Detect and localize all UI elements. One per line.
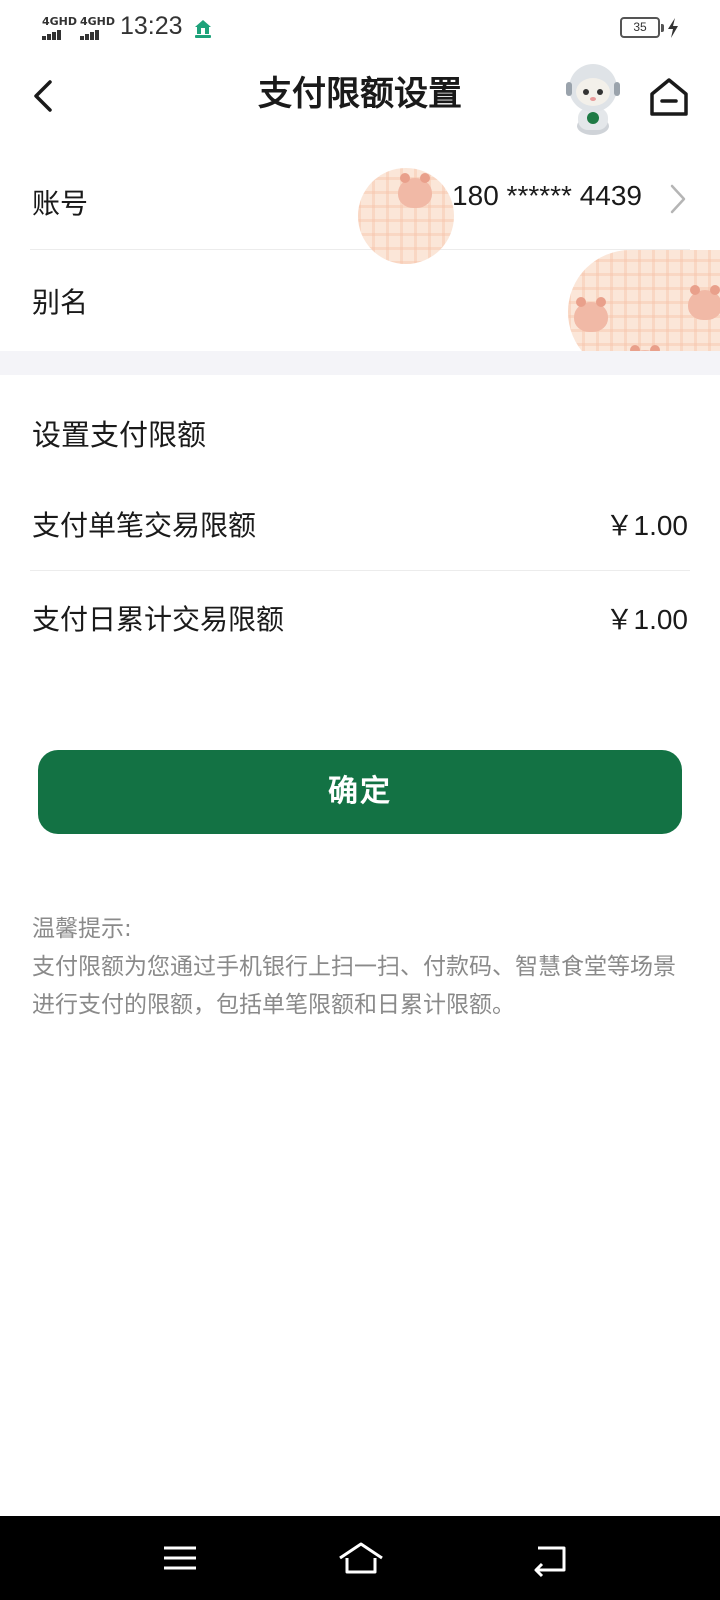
decorative-sticker	[358, 168, 454, 264]
tips-title: 温馨提示:	[32, 916, 132, 942]
daily-limit-label: 支付日累计交易限额	[32, 603, 285, 636]
signal-label-1: 4GHD	[42, 15, 78, 28]
menu-icon[interactable]	[158, 1538, 202, 1578]
status-bar: 4GHD 4GHD 13:23 35	[0, 0, 720, 56]
single-limit-value[interactable]: ￥1.00	[606, 504, 689, 544]
confirm-button[interactable]: 确定	[38, 750, 682, 834]
signal-indicator-1: 4GHD	[42, 16, 77, 40]
chevron-right-icon	[670, 184, 686, 214]
system-home-icon[interactable]	[336, 1538, 386, 1578]
divider	[30, 570, 690, 571]
section-gap	[0, 351, 720, 375]
single-limit-row[interactable]: 支付单笔交易限额 ￥1.00	[0, 478, 720, 571]
signal-indicator-2: 4GHD	[80, 16, 115, 40]
section-title: 设置支付限额	[32, 418, 207, 452]
tips-block: 温馨提示: 支付限额为您通过手机银行上扫一扫、付款码、智慧食堂等场景进行支付的限…	[32, 910, 692, 1024]
single-limit-label: 支付单笔交易限额	[32, 509, 257, 542]
account-label: 账号	[32, 187, 89, 220]
home-icon[interactable]	[646, 74, 692, 120]
charging-bolt-icon	[668, 18, 678, 38]
signal-label-2: 4GHD	[80, 15, 116, 28]
status-time: 13:23	[120, 12, 183, 40]
notification-app-icon	[195, 20, 211, 38]
navigation-bar: 支付限额设置	[0, 56, 720, 136]
system-back-icon[interactable]	[528, 1538, 572, 1578]
daily-limit-row[interactable]: 支付日累计交易限额 ￥1.00	[0, 572, 720, 672]
mascot-robot-icon[interactable]	[558, 62, 628, 136]
battery-indicator: 35	[620, 17, 664, 38]
tips-body: 支付限额为您通过手机银行上扫一扫、付款码、智慧食堂等场景进行支付的限额，包括单笔…	[32, 954, 676, 1018]
account-number: 180 ****** 4439	[452, 180, 642, 211]
alias-label: 别名	[32, 286, 89, 319]
divider	[30, 249, 690, 250]
system-navigation-bar	[0, 1516, 720, 1600]
daily-limit-value[interactable]: ￥1.00	[606, 598, 689, 638]
